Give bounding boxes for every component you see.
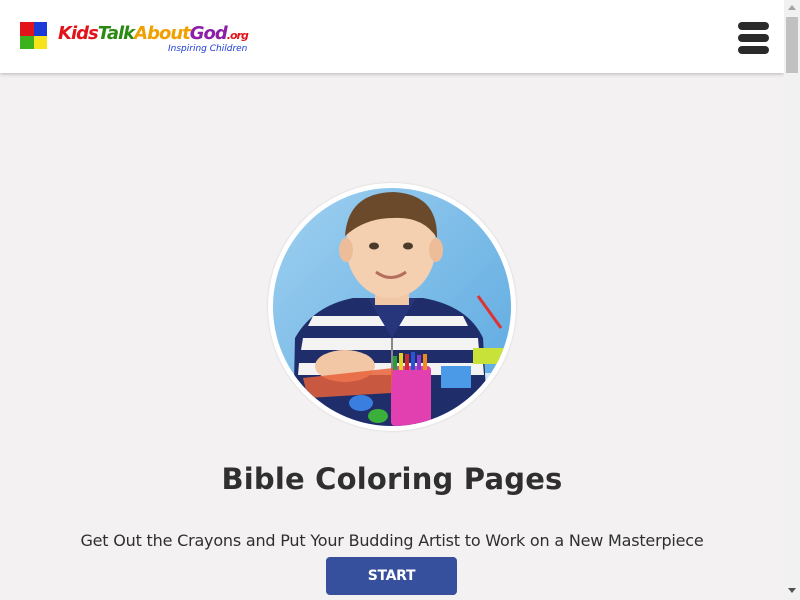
logo-wordmark: KidsTalkAboutGod.org [58, 23, 249, 44]
scroll-thumb[interactable] [786, 17, 798, 73]
scrollbar[interactable] [784, 0, 800, 600]
logo-tagline: Inspiring Children [168, 44, 248, 54]
scroll-up-arrow-icon[interactable] [788, 5, 796, 10]
start-coloring-button[interactable]: START COLORING [326, 557, 457, 595]
page-title: Bible Coloring Pages [221, 462, 563, 496]
hero-photo [273, 188, 511, 426]
logo-square-icon [20, 22, 47, 49]
page: KidsTalkAboutGod.org Inspiring Children [0, 0, 800, 600]
hero-image [268, 183, 516, 431]
hamburger-menu-icon[interactable] [738, 22, 769, 54]
site-logo[interactable]: KidsTalkAboutGod.org Inspiring Children [20, 22, 250, 58]
page-subtitle: Get Out the Crayons and Put Your Budding… [80, 531, 704, 550]
boy-coloring-illustration [273, 188, 511, 426]
scroll-down-arrow-icon[interactable] [788, 588, 796, 593]
site-header: KidsTalkAboutGod.org Inspiring Children [0, 0, 784, 73]
